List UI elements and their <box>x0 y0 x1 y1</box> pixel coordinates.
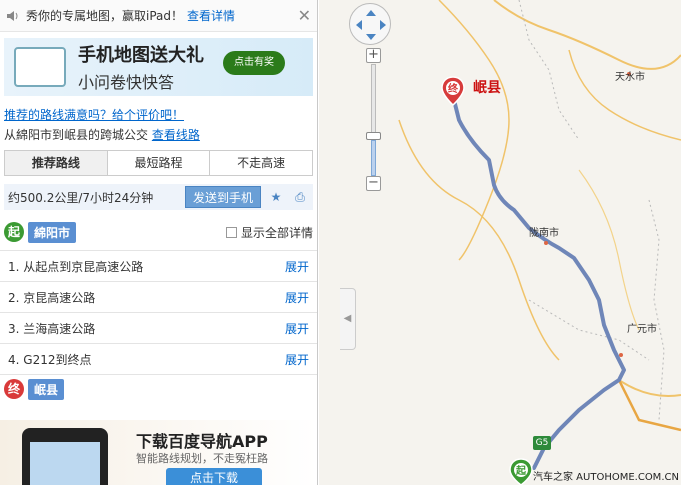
show-all-details[interactable]: 显示全部详情 <box>225 224 313 241</box>
route-line <box>452 98 626 470</box>
route-summary: 约500.2公里/7小时24分钟 发送到手机 ★ ⎙ <box>4 184 313 210</box>
tab-recommended[interactable]: 推荐路线 <box>5 151 108 175</box>
svg-text:起: 起 <box>515 464 527 477</box>
city-label-guangyuan: 广元市 <box>627 324 657 335</box>
start-city: 綿阳市 <box>28 221 77 243</box>
route-sidebar: 秀你的专属地图，赢取iPad！ 查看详情 ✕ 手机地图送大礼 小问卷快快答 点击… <box>0 0 318 485</box>
route-step: 4. G212到终点 展开 <box>0 344 317 375</box>
route-tabs: 推荐路线 最短路程 不走高速 <box>4 150 313 176</box>
start-pin-icon[interactable]: 起 <box>508 458 534 485</box>
show-all-checkbox[interactable] <box>225 226 237 238</box>
promo-button[interactable]: 点击有奖 <box>223 51 285 75</box>
route-step: 3. 兰海高速公路 展开 <box>0 313 317 344</box>
start-row: 起 綿阳市 显示全部详情 <box>0 218 317 246</box>
app-promo-subtitle: 智能路线规划，不走冤枉路 <box>136 452 268 465</box>
watermark-text: 汽车之家 AUTOHOME.COM.CN <box>533 472 679 483</box>
app-promo-title: 下载百度导航APP <box>136 432 268 451</box>
end-row: 终 岷县 <box>0 375 317 403</box>
speaker-icon <box>7 10 18 21</box>
route-step: 2. 京昆高速公路 展开 <box>0 282 317 313</box>
end-pin-icon[interactable]: 终 <box>440 76 466 106</box>
zoom-fill <box>371 140 376 176</box>
expand-link[interactable]: 展开 <box>285 258 309 275</box>
tab-no-highway[interactable]: 不走高速 <box>210 151 313 175</box>
svg-text:终: 终 <box>448 82 459 95</box>
feedback-link[interactable]: 推荐的路线满意吗？给个评价吧！ <box>4 108 184 122</box>
map-pan-control[interactable] <box>349 3 391 45</box>
download-button[interactable]: 点击下载 <box>166 468 262 485</box>
send-to-phone-button[interactable]: 发送到手机 <box>185 186 261 208</box>
step-text: 3. 兰海高速公路 <box>8 321 96 336</box>
zoom-in-button[interactable]: + <box>366 48 381 63</box>
step-text: 1. 从起点到京昆高速公路 <box>8 259 144 274</box>
top-ad-link[interactable]: 查看详情 <box>187 7 235 24</box>
zoom-out-button[interactable]: − <box>366 176 381 191</box>
step-text: 4. G212到终点 <box>8 352 92 367</box>
transit-link[interactable]: 查看线路 <box>152 128 200 142</box>
top-ad-bar: 秀你的专属地图，赢取iPad！ 查看详情 ✕ <box>0 0 317 32</box>
top-ad-text: 秀你的专属地图，赢取iPad！ <box>26 9 184 23</box>
route-step: 1. 从起点到京昆高速公路 展开 <box>0 251 317 282</box>
expand-link[interactable]: 展开 <box>285 320 309 337</box>
city-label-longnan: 陇南市 <box>529 228 559 239</box>
end-city: 岷县 <box>28 378 65 400</box>
star-icon[interactable]: ★ <box>267 190 285 204</box>
show-all-label: 显示全部详情 <box>240 225 313 240</box>
phone-gift-icon <box>14 47 66 87</box>
collapse-sidebar-button[interactable]: ◀ <box>340 288 356 350</box>
promo-banner[interactable]: 手机地图送大礼 小问卷快快答 点击有奖 <box>4 38 313 96</box>
pan-arrows-icon <box>356 10 386 40</box>
tab-shortest[interactable]: 最短路程 <box>107 151 211 175</box>
phone-device-image <box>22 428 108 485</box>
zoom-control: + − <box>366 48 381 192</box>
step-text: 2. 京昆高速公路 <box>8 290 96 305</box>
start-badge: 起 <box>4 222 24 242</box>
city-label-tianshui: 天水市 <box>615 72 645 83</box>
zoom-slider-handle[interactable] <box>366 132 381 140</box>
expand-link[interactable]: 展开 <box>285 289 309 306</box>
expand-link[interactable]: 展开 <box>285 351 309 368</box>
transit-text: 从綿阳市到岷县的跨城公交 <box>4 128 149 142</box>
end-badge: 终 <box>4 379 24 399</box>
end-city-map-label: 岷县 <box>473 80 501 96</box>
app-promo-banner[interactable]: 下载百度导航APP 智能路线规划，不走冤枉路 点击下载 <box>0 420 317 485</box>
distance-time: 约500.2公里/7小时24分钟 <box>8 190 154 205</box>
map-canvas[interactable]: + − 终 岷县 天水市 陇南市 广元市 G5 起 汽车之家 AUTOHOME.… <box>319 0 681 485</box>
close-icon[interactable]: ✕ <box>298 6 311 25</box>
print-icon[interactable]: ⎙ <box>291 190 309 205</box>
road-shield-g5: G5 <box>533 436 551 450</box>
promo-line2: 小问卷快快答 <box>78 73 175 92</box>
promo-line1: 手机地图送大礼 <box>78 45 204 66</box>
